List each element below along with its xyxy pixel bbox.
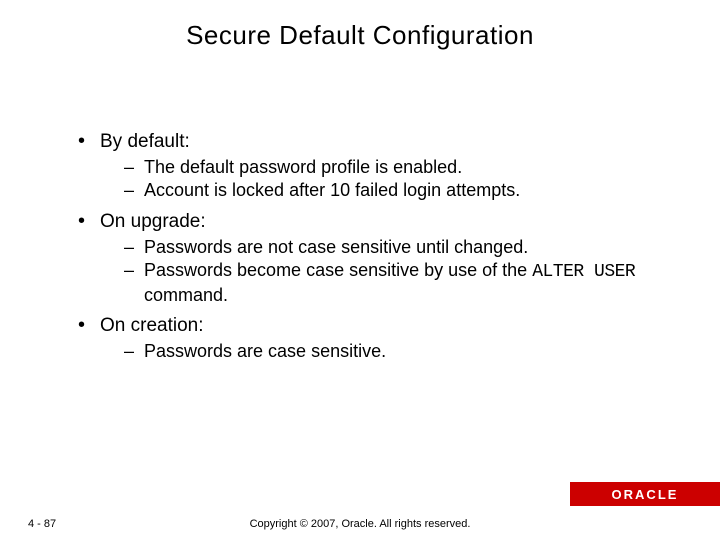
bullet-heading: On upgrade:	[100, 211, 206, 232]
sub-bullet: Passwords are not case sensitive until c…	[124, 236, 678, 259]
bullet-on-creation: On creation: Passwords are case sensitiv…	[78, 314, 678, 362]
footer: 4 - 87 Copyright © 2007, Oracle. All rig…	[0, 506, 720, 540]
slide-body: By default: The default password profile…	[78, 130, 678, 370]
sub-bullet: The default password profile is enabled.	[124, 156, 678, 179]
oracle-logo: ORACLE	[612, 487, 679, 502]
slide-title: Secure Default Configuration	[0, 20, 720, 51]
bullet-heading: By default:	[100, 131, 190, 152]
sub-bullet: Account is locked after 10 failed login …	[124, 179, 678, 202]
copyright-text: Copyright © 2007, Oracle. All rights res…	[0, 518, 720, 530]
code-literal: ALTER USER	[532, 262, 635, 282]
bullet-by-default: By default: The default password profile…	[78, 130, 678, 202]
sub-bullet: Passwords become case sensitive by use o…	[124, 259, 678, 306]
slide: Secure Default Configuration By default:…	[0, 0, 720, 540]
sub-bullet-text: Passwords become case sensitive by use o…	[144, 260, 532, 280]
bullet-heading: On creation:	[100, 315, 204, 336]
brand-bar: ORACLE	[570, 482, 720, 506]
sub-bullet-tail: command.	[144, 285, 228, 305]
bullet-on-upgrade: On upgrade: Passwords are not case sensi…	[78, 210, 678, 306]
sub-bullet: Passwords are case sensitive.	[124, 340, 678, 363]
